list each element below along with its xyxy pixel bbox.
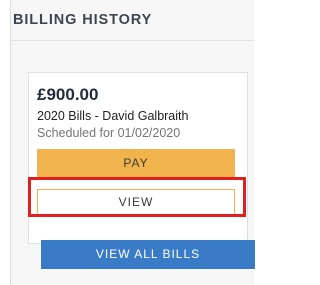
- bill-amount: £900.00: [37, 85, 99, 104]
- bill-title: 2020 Bills - David Galbraith: [37, 109, 189, 123]
- view-button[interactable]: VIEW: [37, 189, 235, 215]
- panel-title: BILLING HISTORY: [13, 12, 153, 28]
- billing-history-panel: BILLING HISTORY £900.00 2020 Bills - Dav…: [10, 0, 255, 285]
- panel-header: BILLING HISTORY: [11, 0, 254, 41]
- bill-card: £900.00 2020 Bills - David Galbraith Sch…: [28, 72, 248, 244]
- bill-scheduled-date: Scheduled for 01/02/2020: [37, 126, 181, 140]
- pay-button[interactable]: PAY: [37, 149, 235, 178]
- view-all-bills-button[interactable]: VIEW ALL BILLS: [41, 240, 255, 269]
